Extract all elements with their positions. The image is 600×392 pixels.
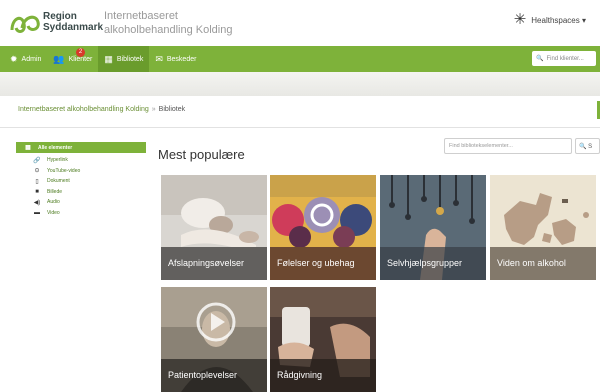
sidebar-item-document[interactable]: ▯ Dokument: [16, 176, 146, 187]
tile-folelser-og-ubehag[interactable]: Følelser og ubehag: [270, 175, 376, 280]
app-header: Region Syddanmark Internetbaseret alkoho…: [0, 0, 600, 46]
breadcrumb: Internetbaseret alkoholbehandling Koldin…: [18, 106, 185, 113]
link-icon: 🔗: [33, 157, 41, 164]
grid-icon: ▦: [104, 53, 113, 64]
tile-afslapningsovelser[interactable]: Afslapningsøvelser: [161, 175, 267, 280]
search-icon: 🔍: [579, 144, 587, 150]
sidebar-item-label: Audio: [47, 199, 60, 206]
tile-label: Rådgivning: [270, 359, 376, 392]
tile-selvhjaelpsgrupper[interactable]: Selvhjælpsgrupper: [380, 175, 486, 280]
sidebar-item-label: Video: [47, 209, 60, 216]
main-nav: ✹ Admin 👥 Klienter ▦ Bibliotek ✉ Beskede…: [0, 46, 600, 72]
tile-label: Afslapningsøvelser: [161, 247, 267, 280]
nav-beskeder[interactable]: ✉ Beskeder: [149, 46, 202, 72]
play-icon: ⊙: [34, 168, 40, 175]
sidebar-item-audio[interactable]: ◀) Audio: [16, 197, 146, 208]
page-banner: [0, 72, 600, 96]
healthspaces-icon: ✳: [513, 11, 527, 28]
tile-viden-om-alkohol[interactable]: Viden om alkohol: [490, 175, 596, 280]
logo-line1: Region: [43, 11, 77, 22]
sidebar-item-image[interactable]: ■ Billede: [16, 187, 146, 198]
grid-icon: ▦: [25, 145, 31, 151]
library-search-button-label: S: [588, 144, 593, 150]
logo-line2: Syddanmark: [43, 22, 104, 33]
camera-icon: ■: [35, 188, 39, 195]
tile-label: Følelser og ubehag: [270, 247, 376, 280]
envelope-icon: ✉: [155, 53, 163, 64]
user-menu[interactable]: ✳ Healthspaces ▾: [513, 11, 586, 28]
sidebar-item-video[interactable]: ▬ Video: [16, 208, 146, 219]
library-sidebar: ▦ Alle elementer 🔗 Hyperlink ⊙ YouTube-v…: [16, 142, 146, 218]
tile-label: Viden om alkohol: [490, 247, 596, 280]
tile-label: Patientoplevelser: [161, 359, 267, 392]
nav-admin[interactable]: ✹ Admin: [0, 46, 47, 72]
client-search-placeholder: Find klienter...: [546, 55, 584, 62]
nav-beskeder-label: Beskeder: [166, 55, 197, 63]
nav-klienter[interactable]: 👥 Klienter: [47, 46, 98, 72]
sidebar-item-label: YouTube-video: [47, 167, 81, 174]
breadcrumb-separator: »: [151, 106, 156, 113]
breadcrumb-divider: [0, 127, 600, 128]
logo-text: Region Syddanmark: [43, 11, 103, 33]
nav-bibliotek-label: Bibliotek: [116, 55, 144, 63]
sidebar-item-label: Alle elementer: [38, 144, 73, 151]
nav-bibliotek[interactable]: ▦ Bibliotek: [98, 46, 150, 72]
klienter-count-badge: 2: [76, 48, 85, 57]
page-title: Mest populære: [158, 147, 245, 162]
app-title-line1: Internetbaseret: [104, 10, 178, 22]
user-menu-label: Healthspaces ▾: [531, 15, 586, 25]
sidebar-item-all[interactable]: ▦ Alle elementer: [16, 142, 146, 153]
breadcrumb-root-link[interactable]: Internetbaseret alkoholbehandling Koldin…: [18, 106, 149, 113]
library-search-button[interactable]: 🔍 S: [575, 138, 600, 154]
sidebar-item-hyperlink[interactable]: 🔗 Hyperlink: [16, 155, 146, 166]
sidebar-item-label: Billede: [47, 188, 63, 195]
users-icon: 👥: [53, 53, 65, 64]
logo-mark-icon: [10, 15, 40, 33]
region-syddanmark-logo[interactable]: Region Syddanmark: [8, 8, 103, 38]
search-icon: 🔍: [536, 56, 544, 62]
app-title: Internetbaseret alkoholbehandling Koldin…: [104, 9, 232, 37]
app-root: { "header": { "logo_line1": "Region", "l…: [0, 0, 600, 392]
library-search-input[interactable]: Find bibliotekselementer...: [444, 138, 572, 154]
tile-patientoplevelser[interactable]: Patientoplevelser: [161, 287, 267, 392]
sidebar-item-label: Dokument: [47, 178, 70, 185]
video-icon: ▬: [34, 209, 40, 216]
app-title-line2: alkoholbehandling Kolding: [104, 24, 233, 36]
tile-radgivning[interactable]: Rådgivning: [270, 287, 376, 392]
breadcrumb-current: Bibliotek: [158, 106, 186, 113]
speaker-icon: ◀): [33, 199, 41, 206]
sidebar-item-youtube[interactable]: ⊙ YouTube-video: [16, 166, 146, 177]
document-icon: ▯: [35, 178, 39, 185]
gear-icon: ✹: [10, 53, 18, 64]
tile-label: Selvhjælpsgrupper: [380, 247, 486, 280]
sidebar-item-label: Hyperlink: [47, 157, 68, 164]
nav-admin-label: Admin: [21, 55, 42, 63]
client-search-input[interactable]: 🔍 Find klienter...: [532, 51, 596, 66]
